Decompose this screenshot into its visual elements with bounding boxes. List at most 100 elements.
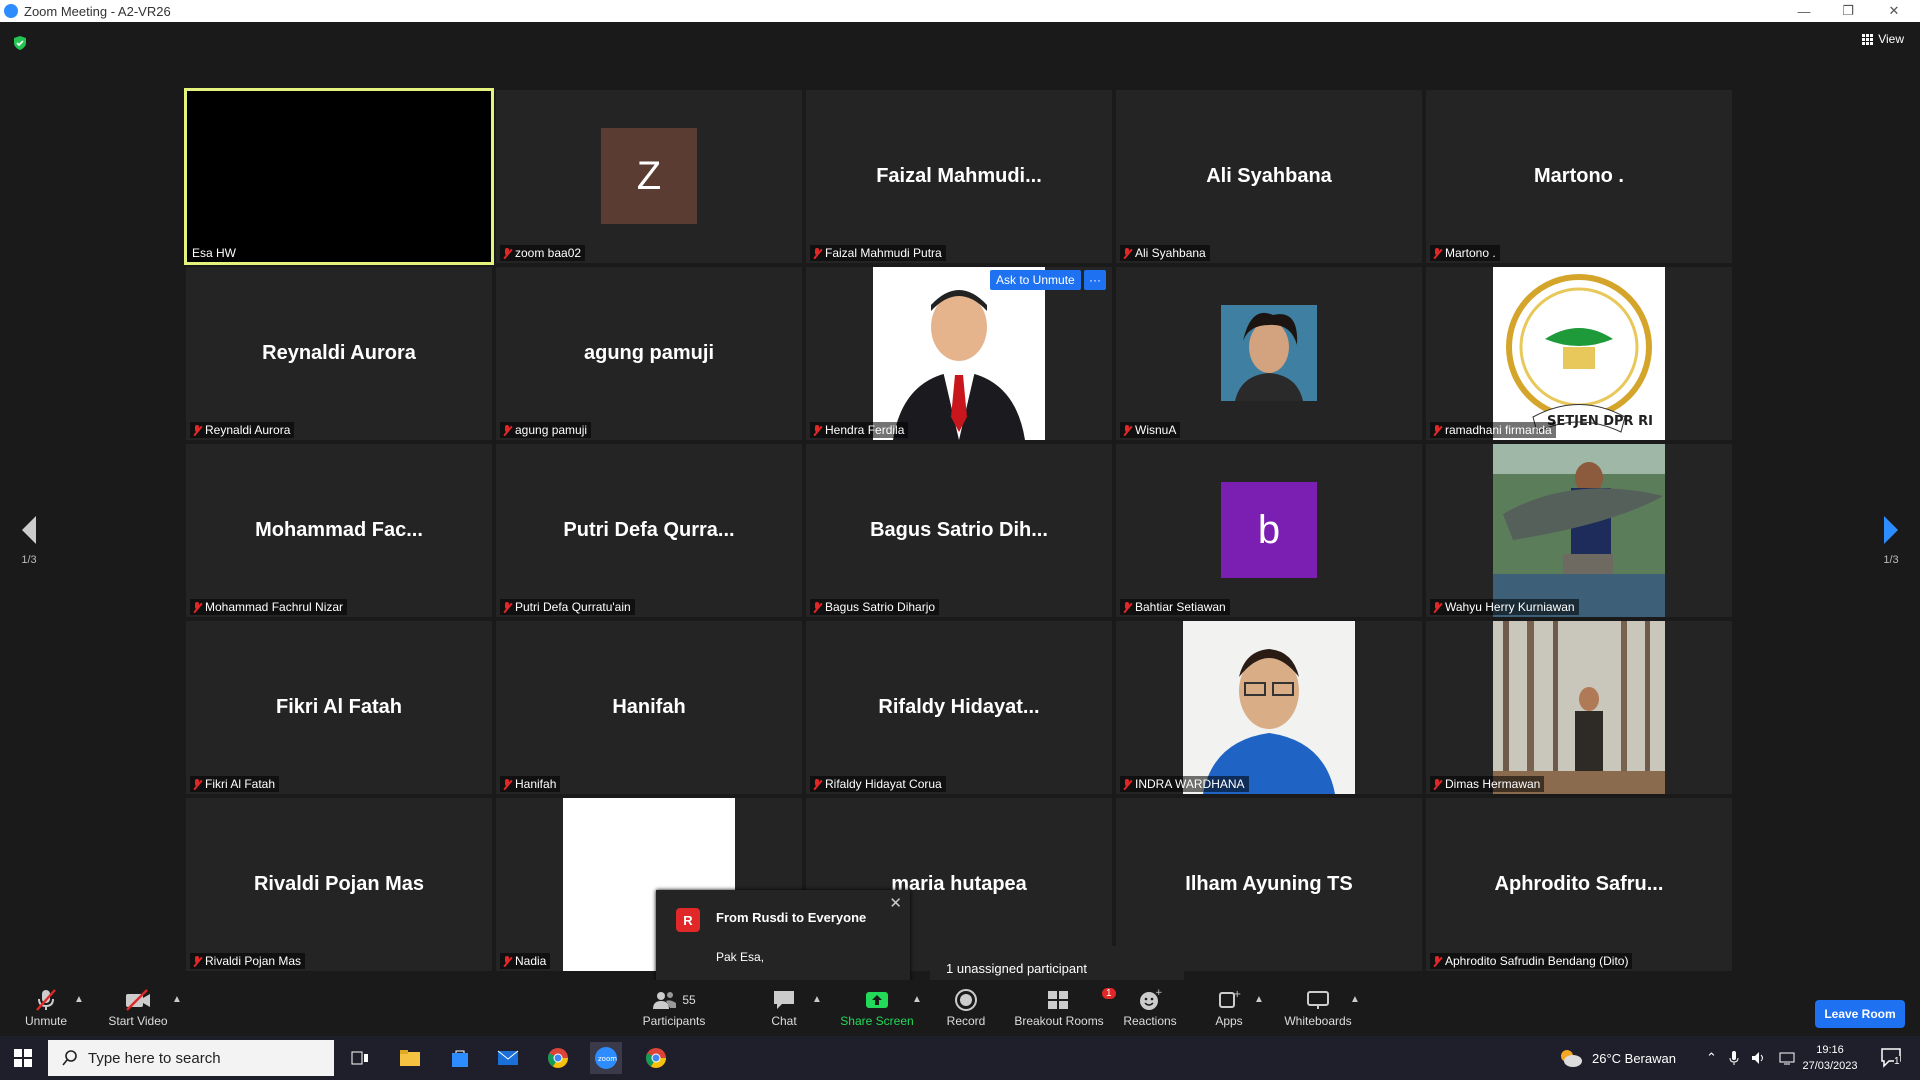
microphone-icon[interactable] [1729, 1050, 1739, 1066]
participant-tile[interactable]: Wahyu Herry Kurniawan [1426, 444, 1732, 617]
whiteboard-icon [1307, 991, 1329, 1009]
participant-tile[interactable]: Putri Defa Qurra... Putri Defa Qurratu'ai… [496, 444, 802, 617]
participant-tile[interactable]: agung pamuji agung pamuji [496, 267, 802, 440]
chrome-profile-icon[interactable] [640, 1042, 672, 1074]
close-notification-icon[interactable]: ✕ [889, 894, 902, 912]
share-screen-button[interactable]: Share Screen [840, 986, 914, 1028]
chat-options-caret-icon[interactable]: ▲ [812, 994, 822, 1005]
file-explorer-icon[interactable] [394, 1042, 426, 1074]
participant-tile[interactable]: Reynaldi Aurora Reynaldi Aurora [186, 267, 492, 440]
participant-tile[interactable]: Aphrodito Safru... Aphrodito Safrudin Ben… [1426, 798, 1732, 971]
share-screen-label: Share Screen [840, 1014, 914, 1028]
weather-widget[interactable]: 26°C Berawan [1558, 1036, 1676, 1080]
breakout-rooms-button[interactable]: 1 Breakout Rooms [1014, 986, 1116, 1028]
minimize-icon[interactable]: — [1782, 0, 1826, 22]
chrome-icon[interactable] [542, 1042, 574, 1074]
participant-avatar: b [1221, 482, 1317, 578]
clock[interactable]: 19:16 27/03/2023 [1790, 1042, 1870, 1074]
security-shield-icon[interactable] [12, 35, 28, 51]
clock-time: 19:16 [1816, 1044, 1844, 1056]
participant-tile[interactable]: Rifaldy Hidayat... Rifaldy Hidayat Corua [806, 621, 1112, 794]
tray-expand-icon[interactable]: ⌃ [1706, 1050, 1717, 1066]
mic-muted-icon [502, 778, 512, 790]
windows-start-icon[interactable] [14, 1049, 32, 1067]
share-options-caret-icon[interactable]: ▲ [912, 994, 922, 1005]
participant-name-label: INDRA WARDHANA [1120, 776, 1249, 792]
svg-text:+: + [1155, 988, 1162, 998]
participant-name: Nadia [515, 954, 547, 968]
store-icon[interactable] [444, 1042, 476, 1074]
whiteboards-label: Whiteboards [1284, 1014, 1352, 1028]
taskbar-search-box[interactable]: Type here to search [48, 1040, 334, 1076]
participant-name: Reynaldi Aurora [205, 423, 291, 437]
participant-name: Bagus Satrio Diharjo [825, 600, 936, 614]
chat-button[interactable]: Chat [764, 986, 804, 1028]
svg-text:SETJEN DPR RI: SETJEN DPR RI [1547, 414, 1653, 429]
participant-tile[interactable]: Bagus Satrio Dih... Bagus Satrio Diharjo [806, 444, 1112, 617]
reactions-button[interactable]: + Reactions [1122, 986, 1178, 1028]
whiteboards-options-caret-icon[interactable]: ▲ [1350, 994, 1360, 1005]
participant-display-name: agung pamuji [584, 342, 714, 364]
mic-muted-icon [192, 424, 202, 436]
participant-video-forest-photo [1493, 621, 1665, 794]
next-page-button[interactable]: 1/3 [1876, 516, 1906, 566]
close-icon[interactable]: ✕ [1872, 0, 1916, 22]
record-icon [955, 989, 977, 1011]
participant-tile[interactable]: Hanifah Hanifah [496, 621, 802, 794]
participant-name: Fikri Al Fatah [205, 777, 276, 791]
mail-icon[interactable] [492, 1042, 524, 1074]
reactions-label: Reactions [1123, 1014, 1177, 1028]
participant-tile[interactable]: Dimas Hermawan [1426, 621, 1732, 794]
view-button[interactable]: View [1862, 32, 1904, 46]
zoom-taskbar-icon[interactable]: zoom [590, 1042, 622, 1074]
restore-icon[interactable]: ❐ [1826, 0, 1870, 22]
participants-button[interactable]: 55 Participants [640, 986, 708, 1028]
participant-tile[interactable]: Ask to Unmute ··· Hendra Ferdila [806, 267, 1112, 440]
mic-muted-icon [502, 247, 512, 259]
participant-tile[interactable]: SETJEN DPR RI ramadhani firmanda [1426, 267, 1732, 440]
page-indicator-left: 1/3 [21, 554, 37, 566]
unmute-button[interactable]: Unmute [22, 986, 70, 1028]
notifications-button[interactable]: 1 [1880, 1046, 1902, 1073]
participant-tile[interactable]: Mohammad Fac... Mohammad Fachrul Nizar [186, 444, 492, 617]
participant-tile[interactable]: INDRA WARDHANA [1116, 621, 1422, 794]
audio-options-caret-icon[interactable]: ▲ [74, 994, 84, 1005]
participant-tile[interactable]: Fikri Al Fatah Fikri Al Fatah [186, 621, 492, 794]
participant-tile[interactable]: Ali Syahbana Ali Syahbana [1116, 90, 1422, 263]
participant-name-label: Hanifah [500, 776, 561, 792]
participant-name-label: Reynaldi Aurora [190, 422, 295, 438]
participant-tile[interactable]: Rivaldi Pojan Mas Rivaldi Pojan Mas [186, 798, 492, 971]
volume-icon[interactable] [1751, 1051, 1767, 1065]
left-arrow-icon [22, 516, 36, 544]
mic-muted-icon [502, 955, 512, 967]
participants-label: Participants [642, 1014, 706, 1028]
participant-tile[interactable]: Faizal Mahmudi... Faizal Mahmudi Putra [806, 90, 1112, 263]
whiteboards-button[interactable]: Whiteboards [1282, 986, 1354, 1028]
participant-tile[interactable]: WisnuA [1116, 267, 1422, 440]
unmute-label: Unmute [24, 1014, 68, 1028]
more-options-button[interactable]: ··· [1084, 270, 1106, 290]
participant-tile[interactable]: Zzoom baa02 [496, 90, 802, 263]
prev-page-button[interactable]: 1/3 [14, 516, 44, 566]
participant-tile[interactable]: b Bahtiar Setiawan [1116, 444, 1422, 617]
participant-name: Rivaldi Pojan Mas [205, 954, 302, 968]
video-options-caret-icon[interactable]: ▲ [172, 994, 182, 1005]
participant-display-name: Mohammad Fac... [255, 519, 423, 541]
record-button[interactable]: Record [944, 986, 988, 1028]
participant-name-label: Fikri Al Fatah [190, 776, 280, 792]
leave-room-button[interactable]: Leave Room [1815, 1000, 1905, 1028]
apps-button[interactable]: + Apps [1212, 986, 1246, 1028]
chat-notification[interactable]: R From Rusdi to Everyone Pak Esa, ✕ [656, 890, 910, 990]
participant-name-label: Martono . [1430, 245, 1500, 261]
participant-tile[interactable]: Martono . Martono . [1426, 90, 1732, 263]
mic-muted-icon [192, 955, 202, 967]
apps-options-caret-icon[interactable]: ▲ [1254, 994, 1264, 1005]
task-view-icon[interactable] [344, 1042, 376, 1074]
start-video-label: Start Video [108, 1014, 168, 1028]
participant-tile[interactable]: Esa HW [184, 88, 494, 265]
svg-text:zoom: zoom [598, 1055, 617, 1063]
participant-name: Martono . [1445, 246, 1496, 260]
start-video-button[interactable]: Start Video [106, 986, 170, 1028]
ask-to-unmute-button[interactable]: Ask to Unmute [990, 270, 1081, 290]
participant-video-portrait-glasses [1183, 621, 1355, 794]
